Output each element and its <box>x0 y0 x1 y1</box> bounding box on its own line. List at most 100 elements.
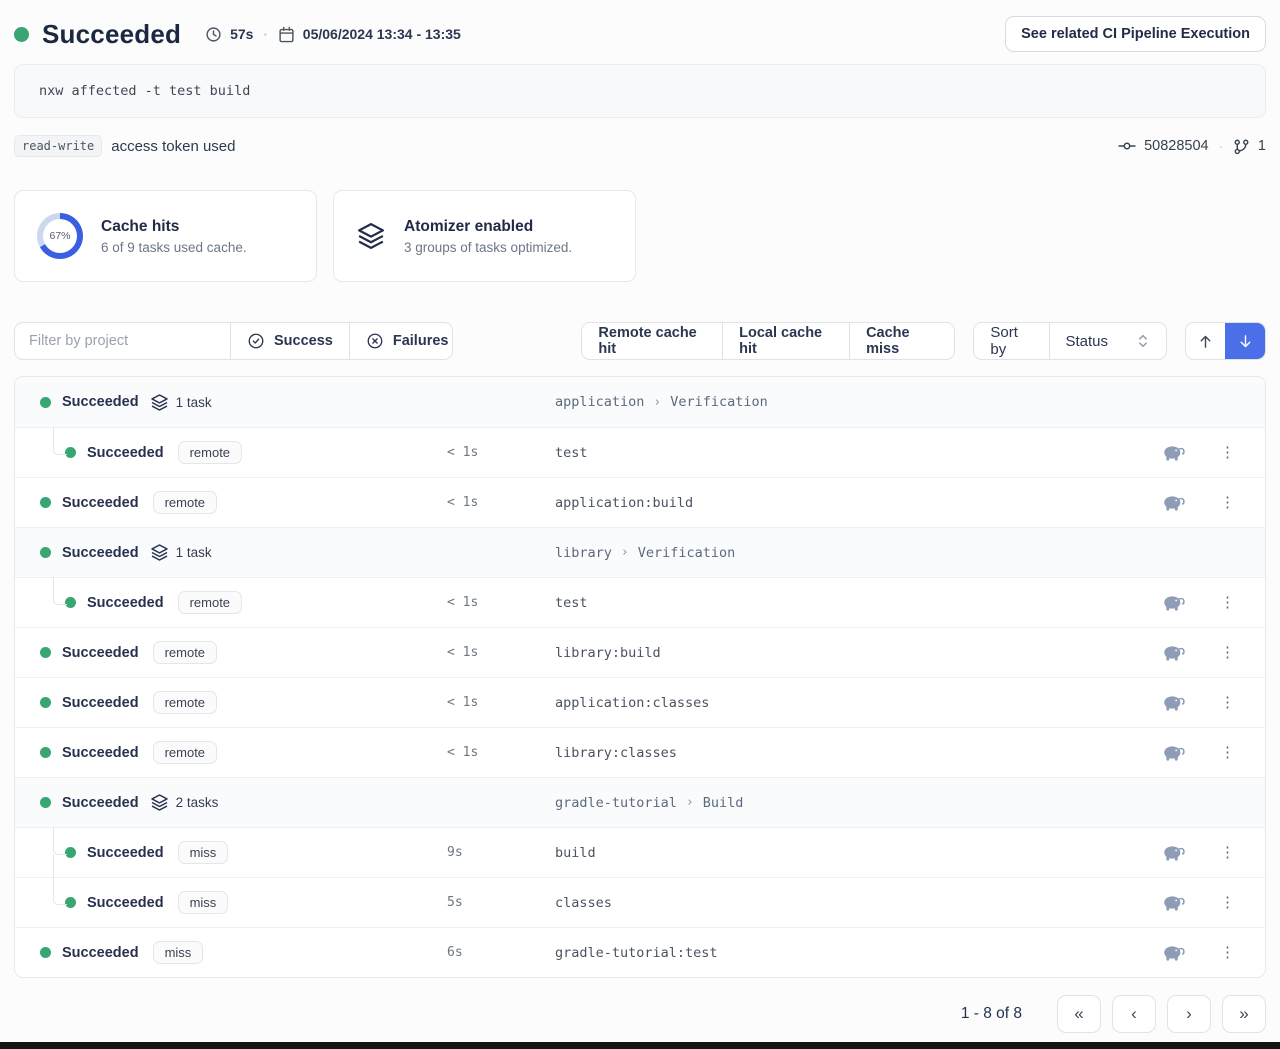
task-duration: < 1s <box>447 445 478 460</box>
run-header: Succeeded 57s · 05/06/2024 13:34 - 13:35… <box>14 14 1266 54</box>
task-row[interactable]: Succeeded remote < 1s test ⋮ <box>15 427 1265 477</box>
task-row[interactable]: Succeeded remote < 1s test ⋮ <box>15 577 1265 627</box>
task-row[interactable]: Succeeded miss 6s gradle-tutorial:test ⋮ <box>15 927 1265 977</box>
token-row: read-write access token used 50828504 · … <box>14 134 1266 158</box>
status-dot <box>65 597 76 608</box>
chevron-right-icon: › <box>621 545 629 560</box>
previous-page-button[interactable]: ‹ <box>1112 995 1156 1033</box>
run-meta: 57s · 05/06/2024 13:34 - 13:35 <box>205 26 461 43</box>
project-name: library <box>555 545 612 561</box>
failures-filter-button[interactable]: Failures <box>349 323 454 359</box>
gradle-elephant-icon[interactable] <box>1162 744 1186 761</box>
remote-cache-hit-button[interactable]: Remote cache hit <box>582 323 722 359</box>
task-group-row[interactable]: Succeeded 2 tasks gradle-tutorial › Buil… <box>15 777 1265 827</box>
task-status-label: Succeeded <box>87 595 164 611</box>
cache-hits-card[interactable]: 67% Cache hits 6 of 9 tasks used cache. <box>14 190 317 282</box>
task-row[interactable]: Succeeded remote < 1s library:build ⋮ <box>15 627 1265 677</box>
first-page-button[interactable]: « <box>1057 995 1101 1033</box>
bottom-bar <box>0 1042 1280 1049</box>
meta-separator: · <box>263 27 267 42</box>
gradle-elephant-icon[interactable] <box>1162 494 1186 511</box>
row-menu-kebab-icon[interactable]: ⋮ <box>1216 893 1239 912</box>
commit-id[interactable]: 50828504 <box>1144 138 1209 154</box>
task-duration: < 1s <box>447 595 478 610</box>
gradle-elephant-icon[interactable] <box>1162 444 1186 461</box>
group-task-count: 2 tasks <box>176 795 219 810</box>
filter-by-project-input[interactable] <box>15 323 230 359</box>
task-duration: < 1s <box>447 695 478 710</box>
last-page-button[interactable]: » <box>1222 995 1266 1033</box>
task-row[interactable]: Succeeded remote < 1s application:classe… <box>15 677 1265 727</box>
sort-group: Sort by Status <box>973 322 1166 360</box>
status-dot <box>40 697 51 708</box>
status-dot <box>40 647 51 658</box>
vcs-info: 50828504 · 1 <box>1118 137 1266 155</box>
command-box: nxw affected -t test build <box>14 64 1266 118</box>
task-row[interactable]: Succeeded remote < 1s library:classes ⋮ <box>15 727 1265 777</box>
chevron-right-icon: › <box>653 395 661 410</box>
status-dot <box>14 27 29 42</box>
task-duration: < 1s <box>447 745 478 760</box>
gradle-elephant-icon[interactable] <box>1162 894 1186 911</box>
branch-count[interactable]: 1 <box>1258 138 1266 154</box>
task-name: application:build <box>555 495 693 511</box>
see-related-pipeline-button[interactable]: See related CI Pipeline Execution <box>1005 16 1266 52</box>
task-status-label: Succeeded <box>62 645 139 661</box>
gradle-elephant-icon[interactable] <box>1162 594 1186 611</box>
task-list: Succeeded 1 task application › Verificat… <box>14 376 1266 978</box>
row-menu-kebab-icon[interactable]: ⋮ <box>1216 493 1239 512</box>
status-dot <box>40 947 51 958</box>
local-cache-hit-label: Local cache hit <box>739 325 833 357</box>
gradle-elephant-icon[interactable] <box>1162 844 1186 861</box>
pagination: 1 - 8 of 8 « ‹ › » <box>14 994 1266 1034</box>
row-menu-kebab-icon[interactable]: ⋮ <box>1216 943 1239 962</box>
sort-descending-button[interactable] <box>1225 323 1265 359</box>
chevron-right-icon: › <box>686 795 694 810</box>
task-duration: < 1s <box>447 495 478 510</box>
sort-ascending-button[interactable] <box>1186 323 1226 359</box>
gradle-elephant-icon[interactable] <box>1162 694 1186 711</box>
task-status-label: Succeeded <box>62 695 139 711</box>
cache-status-badge: miss <box>153 941 204 964</box>
remote-cache-hit-label: Remote cache hit <box>598 325 706 357</box>
summary-cards: 67% Cache hits 6 of 9 tasks used cache. … <box>14 190 1266 282</box>
task-name: test <box>555 595 588 611</box>
task-status-label: Succeeded <box>62 945 139 961</box>
row-menu-kebab-icon[interactable]: ⋮ <box>1216 593 1239 612</box>
task-group-row[interactable]: Succeeded 1 task application › Verificat… <box>15 377 1265 427</box>
row-menu-kebab-icon[interactable]: ⋮ <box>1216 643 1239 662</box>
cache-status-badge: remote <box>153 641 217 664</box>
layers-icon <box>356 221 386 251</box>
cache-status-badge: remote <box>153 491 217 514</box>
target-group-name: Verification <box>638 545 736 561</box>
gradle-elephant-icon[interactable] <box>1162 644 1186 661</box>
group-status-label: Succeeded <box>62 795 139 811</box>
atomizer-card-subtitle: 3 groups of tasks optimized. <box>404 240 572 255</box>
row-menu-kebab-icon[interactable]: ⋮ <box>1216 693 1239 712</box>
success-filter-label: Success <box>274 333 333 349</box>
local-cache-hit-button[interactable]: Local cache hit <box>722 323 849 359</box>
target-group-name: Build <box>703 795 744 811</box>
task-group-row[interactable]: Succeeded 1 task library › Verification <box>15 527 1265 577</box>
gradle-elephant-icon[interactable] <box>1162 944 1186 961</box>
task-row[interactable]: Succeeded miss 9s build ⋮ <box>15 827 1265 877</box>
row-menu-kebab-icon[interactable]: ⋮ <box>1216 443 1239 462</box>
task-row[interactable]: Succeeded miss 5s classes ⋮ <box>15 877 1265 927</box>
status-dot <box>40 547 51 558</box>
cache-card-subtitle: 6 of 9 tasks used cache. <box>101 240 247 255</box>
success-filter-button[interactable]: Success <box>230 323 349 359</box>
task-row[interactable]: Succeeded remote < 1s application:build … <box>15 477 1265 527</box>
atomizer-card[interactable]: Atomizer enabled 3 groups of tasks optim… <box>333 190 636 282</box>
cache-donut-chart: 67% <box>37 213 83 259</box>
next-page-button[interactable]: › <box>1167 995 1211 1033</box>
cache-miss-button[interactable]: Cache miss <box>849 323 954 359</box>
vcs-separator: · <box>1219 139 1223 154</box>
cache-status-badge: remote <box>178 441 242 464</box>
row-menu-kebab-icon[interactable]: ⋮ <box>1216 843 1239 862</box>
chevron-up-down-icon <box>1136 333 1150 349</box>
status-dot <box>65 847 76 858</box>
sort-select[interactable]: Status <box>1049 323 1166 359</box>
page-range-label: 1 - 8 of 8 <box>961 1005 1022 1023</box>
status-dot <box>40 397 51 408</box>
row-menu-kebab-icon[interactable]: ⋮ <box>1216 743 1239 762</box>
